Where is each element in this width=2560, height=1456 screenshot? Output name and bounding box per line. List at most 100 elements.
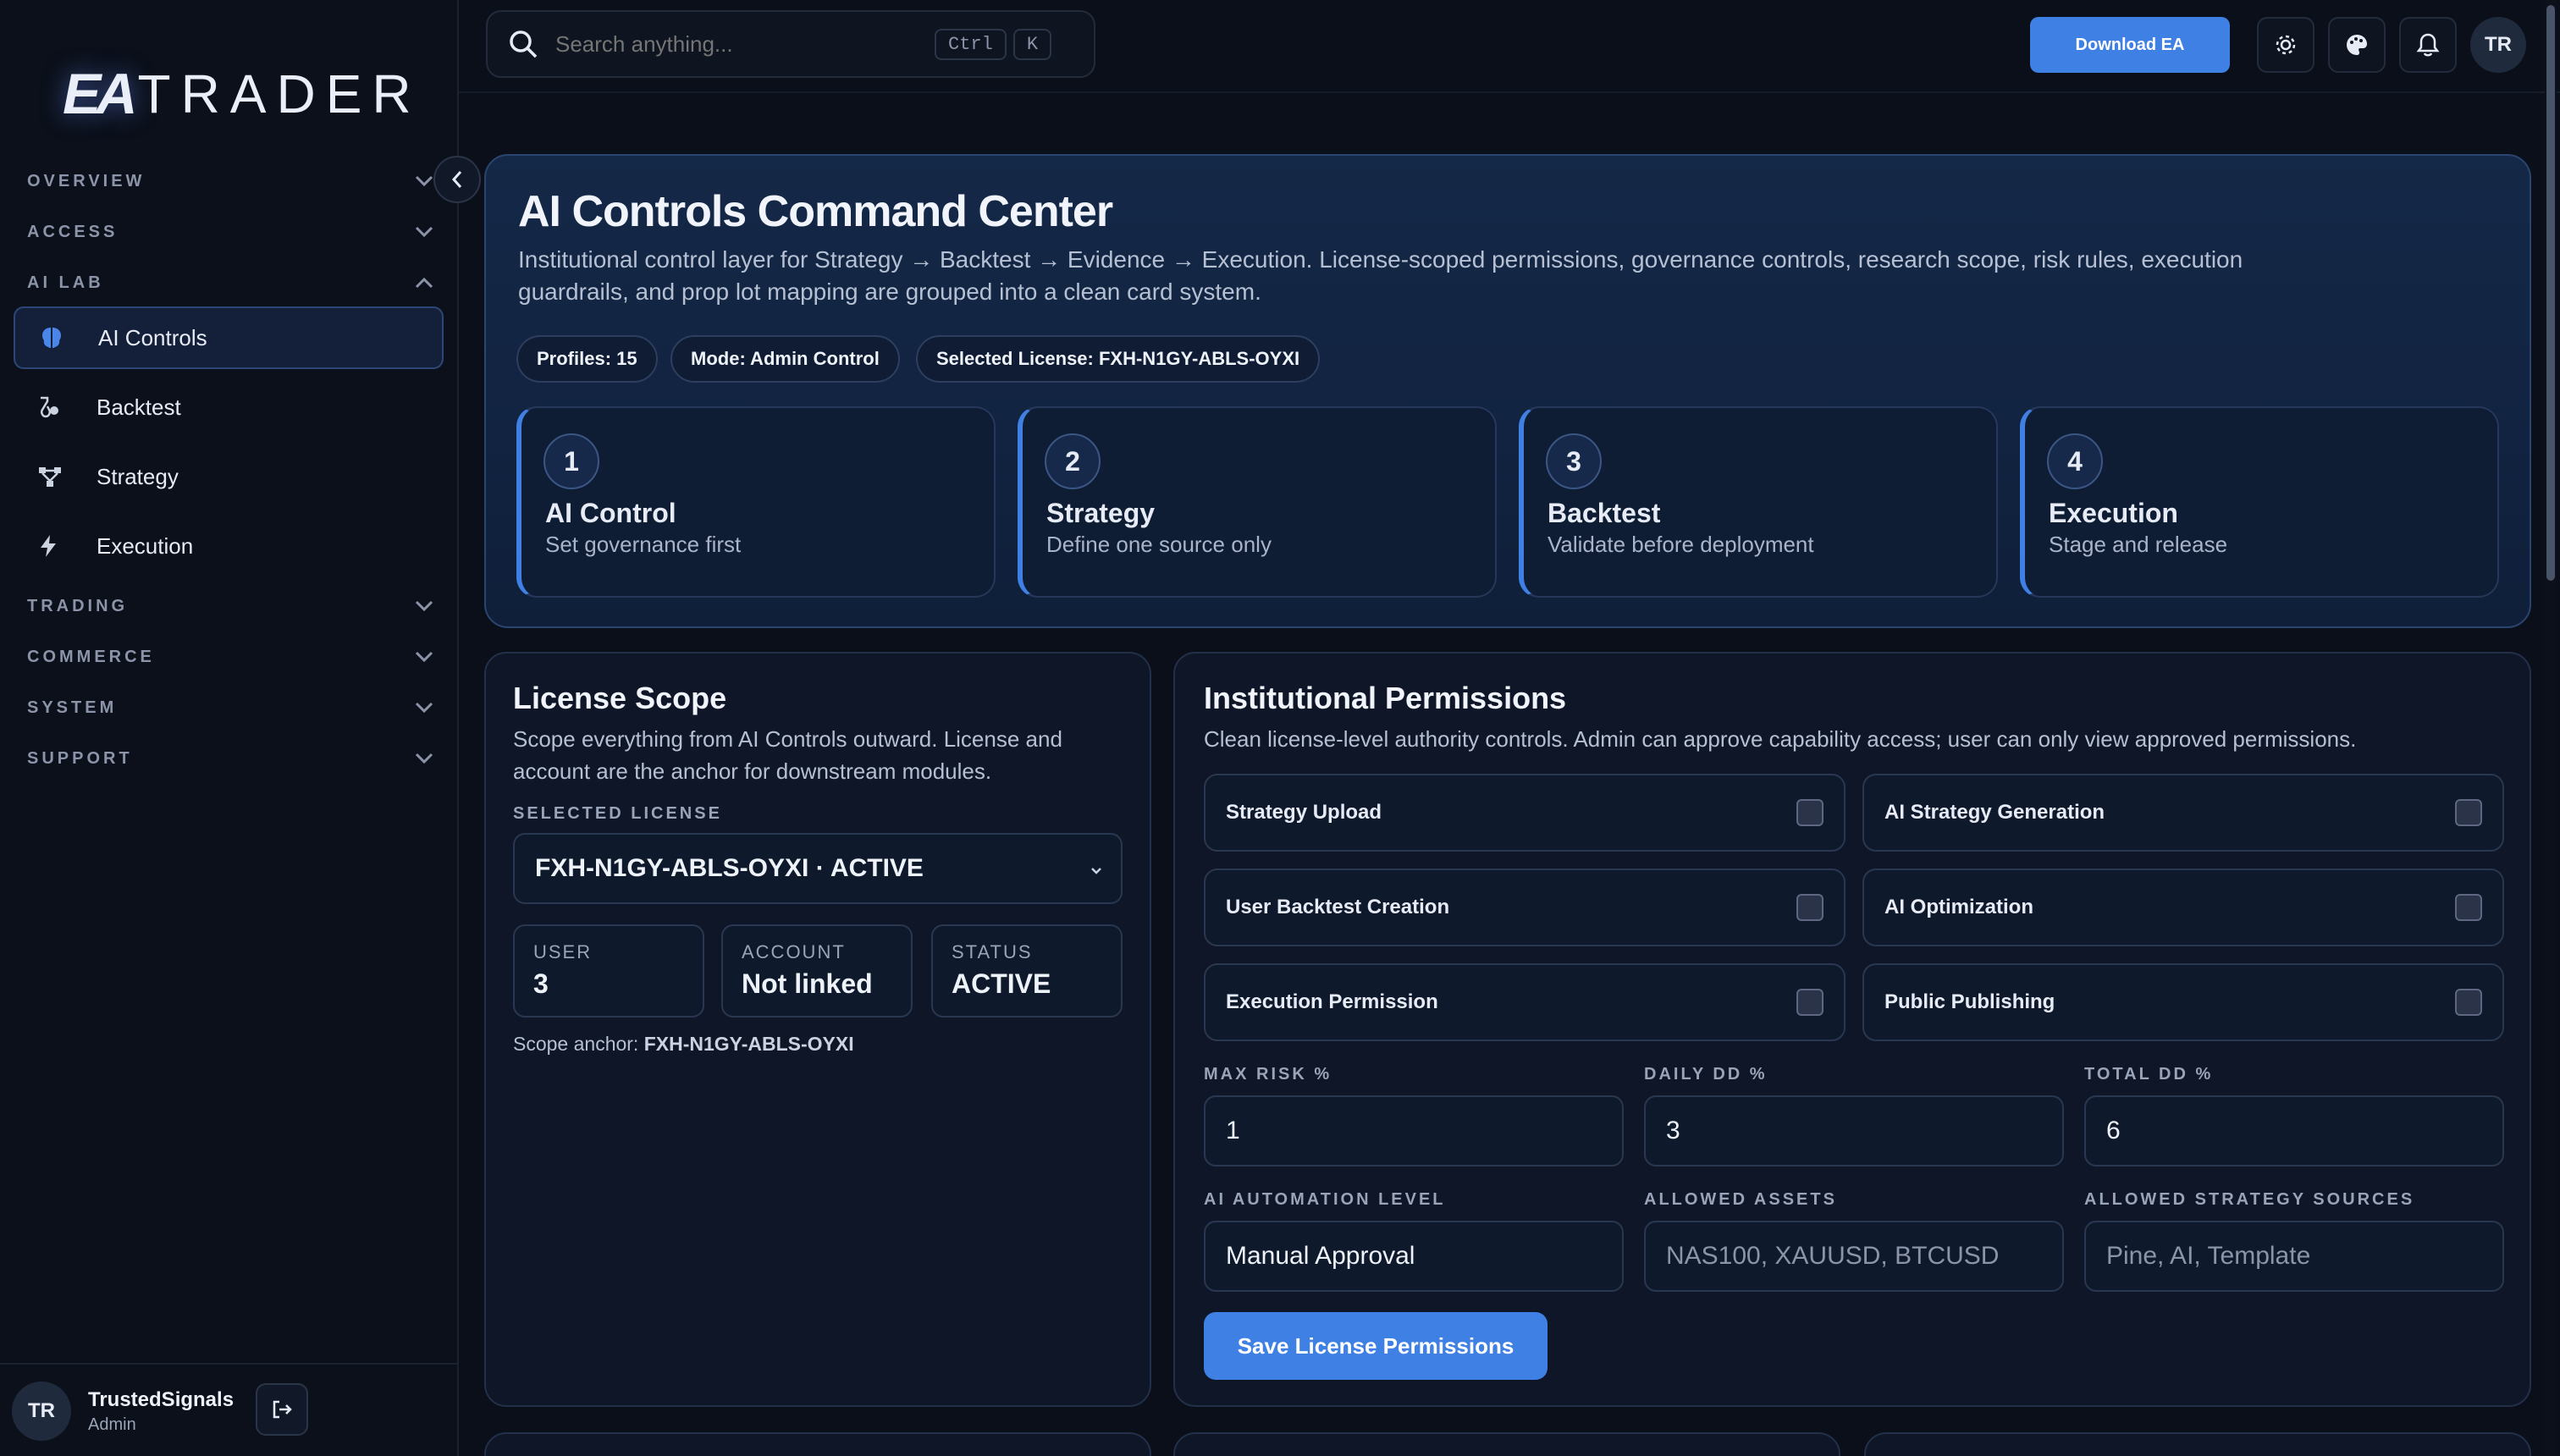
- perm-ai-optimization[interactable]: AI Optimization: [1862, 869, 2504, 946]
- chevron-down-icon: [415, 651, 433, 663]
- search-input[interactable]: [555, 30, 928, 58]
- selected-license-label: SELECTED LICENSE: [513, 804, 722, 823]
- perm-public-publishing[interactable]: Public Publishing: [1862, 963, 2504, 1041]
- mode-chip: Mode: Admin Control: [670, 335, 900, 383]
- perm-label: Strategy Upload: [1226, 801, 1382, 824]
- nav-section-support[interactable]: SUPPORT: [27, 742, 433, 775]
- search-box[interactable]: Ctrl K: [486, 10, 1095, 78]
- max-risk-input[interactable]: 1: [1204, 1095, 1624, 1166]
- settings-button[interactable]: [2257, 17, 2314, 73]
- step-subtitle: Set governance first: [545, 532, 742, 557]
- page-description: Institutional control layer for Strategy…: [518, 246, 2243, 305]
- chevron-down-icon: [415, 753, 433, 764]
- stat-value: Not linked: [742, 968, 873, 999]
- card-description: Clean license-level authority controls. …: [1204, 726, 2357, 752]
- sidebar-item-execution[interactable]: Execution: [14, 515, 444, 577]
- chevron-up-icon: [415, 277, 433, 289]
- page-scrollbar[interactable]: [2545, 0, 2557, 1456]
- collapse-sidebar-button[interactable]: [433, 156, 481, 203]
- bolt-icon: [37, 533, 71, 559]
- sidebar-item-ai-controls[interactable]: AI Controls: [14, 306, 444, 369]
- nav-section-commerce[interactable]: COMMERCE: [27, 640, 433, 674]
- stat-value: 3: [533, 968, 549, 999]
- perm-checkbox[interactable]: [1796, 989, 1823, 1016]
- perm-checkbox[interactable]: [2455, 989, 2482, 1016]
- nav-section-overview[interactable]: OVERVIEW: [27, 164, 433, 198]
- perm-label: AI Optimization: [1884, 896, 2033, 918]
- perm-execution-permission[interactable]: Execution Permission: [1204, 963, 1846, 1041]
- scrollbar-thumb[interactable]: [2546, 5, 2555, 581]
- nav-section-trading[interactable]: TRADING: [27, 589, 433, 623]
- chevron-down-icon: [415, 175, 433, 187]
- perm-checkbox[interactable]: [2455, 894, 2482, 921]
- avatar[interactable]: TR: [12, 1382, 71, 1441]
- logout-button[interactable]: [256, 1383, 308, 1436]
- theme-button[interactable]: [2328, 17, 2386, 73]
- automation-level-input[interactable]: Manual Approval: [1204, 1221, 1624, 1292]
- total-dd-input[interactable]: 6: [2084, 1095, 2504, 1166]
- card-description: Scope everything from AI Controls outwar…: [513, 726, 1062, 784]
- perm-ai-strategy-generation[interactable]: AI Strategy Generation: [1862, 774, 2504, 852]
- perm-checkbox[interactable]: [2455, 799, 2482, 826]
- step-card-execution[interactable]: 4 Execution Stage and release: [2020, 406, 2499, 598]
- brand-logo-text: TRADER: [137, 63, 422, 124]
- sidebar-item-label: Backtest: [97, 394, 181, 420]
- perm-label: Public Publishing: [1884, 990, 2055, 1013]
- stat-key: STATUS: [952, 941, 1033, 962]
- nav-section-ai-lab[interactable]: AI LAB: [27, 266, 433, 300]
- download-ea-button[interactable]: Download EA: [2030, 17, 2230, 73]
- bell-icon: [2416, 33, 2440, 57]
- license-scope-card: License Scope Scope everything from AI C…: [484, 652, 1151, 1407]
- step-number: 1: [543, 433, 599, 489]
- brand-logo[interactable]: EA TRADER: [63, 62, 422, 126]
- nav-section-label: SUPPORT: [27, 748, 133, 768]
- nav-section-label: SYSTEM: [27, 698, 118, 717]
- page-title: AI Controls Command Center: [518, 187, 1113, 236]
- chevron-down-icon: [415, 702, 433, 714]
- nav-section-access[interactable]: ACCESS: [27, 215, 433, 249]
- sidebar-item-backtest[interactable]: Backtest: [14, 376, 444, 438]
- nav-section-label: AI LAB: [27, 273, 104, 292]
- chevron-down-icon: [1091, 868, 1101, 874]
- step-subtitle: Stage and release: [2049, 532, 2228, 557]
- perm-checkbox[interactable]: [1796, 799, 1823, 826]
- bottom-card: [1864, 1432, 2531, 1456]
- daily-dd-input[interactable]: 3: [1644, 1095, 2064, 1166]
- perm-strategy-upload[interactable]: Strategy Upload: [1204, 774, 1846, 852]
- scope-anchor-value: FXH-N1GY-ABLS-OYXI: [643, 1033, 854, 1055]
- allowed-assets-input[interactable]: NAS100, XAUUSD, BTCUSD: [1644, 1221, 2064, 1292]
- notifications-button[interactable]: [2399, 17, 2457, 73]
- step-subtitle: Validate before deployment: [1548, 532, 1814, 557]
- allowed-strategy-sources-input[interactable]: Pine, AI, Template: [2084, 1221, 2504, 1292]
- selected-license-chip: Selected License: FXH-N1GY-ABLS-OYXI: [916, 335, 1321, 383]
- perm-checkbox[interactable]: [1796, 894, 1823, 921]
- nav-section-label: ACCESS: [27, 222, 119, 241]
- logout-icon: [273, 1400, 292, 1419]
- stat-user: USER 3: [513, 924, 704, 1018]
- user-profile: TR TrustedSignals Admin: [0, 1363, 459, 1456]
- chevron-down-icon: [415, 226, 433, 238]
- perm-label: Execution Permission: [1226, 990, 1438, 1013]
- field-label: TOTAL DD %: [2084, 1065, 2214, 1084]
- step-card-ai-control[interactable]: 1 AI Control Set governance first: [516, 406, 996, 598]
- palette-icon: [2347, 35, 2367, 55]
- save-license-permissions-button[interactable]: Save License Permissions: [1204, 1312, 1548, 1380]
- sidebar-item-label: AI Controls: [98, 324, 207, 350]
- nav-section-label: COMMERCE: [27, 647, 155, 666]
- step-card-strategy[interactable]: 2 Strategy Define one source only: [1018, 406, 1497, 598]
- field-label: AI AUTOMATION LEVEL: [1204, 1190, 1446, 1209]
- search-icon: [510, 30, 538, 58]
- nodes-icon: [37, 465, 71, 488]
- account-avatar[interactable]: TR: [2470, 17, 2526, 73]
- shortcut-key: Ctrl: [935, 28, 1007, 60]
- sidebar-item-strategy[interactable]: Strategy: [14, 445, 444, 508]
- sidebar: EA TRADER OVERVIEW ACCESS AI LAB AI Cont…: [0, 0, 459, 1456]
- step-card-backtest[interactable]: 3 Backtest Validate before deployment: [1519, 406, 1998, 598]
- perm-user-backtest-creation[interactable]: User Backtest Creation: [1204, 869, 1846, 946]
- gear-icon: [2276, 35, 2296, 55]
- shortcut-key: K: [1012, 28, 1052, 60]
- license-select[interactable]: FXH-N1GY-ABLS-OYXI · ACTIVE: [513, 833, 1123, 904]
- nav-section-system[interactable]: SYSTEM: [27, 691, 433, 725]
- brand-logo-mark: EA: [63, 62, 138, 126]
- permissions-card: Institutional Permissions Clean license-…: [1173, 652, 2531, 1407]
